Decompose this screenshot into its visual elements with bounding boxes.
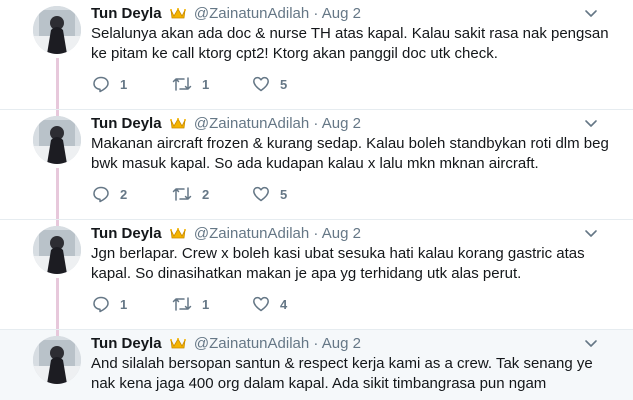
- like-count: 5: [280, 186, 288, 202]
- display-name[interactable]: Tun Deyla: [91, 115, 162, 132]
- tweet-date[interactable]: Aug 2: [322, 225, 361, 242]
- tweet-header: Tun Deyla @ZainatunAdilah · Aug 2: [91, 335, 361, 354]
- username-handle[interactable]: @ZainatunAdilah: [194, 5, 309, 22]
- crown-emoji-icon: [169, 226, 186, 244]
- thread-line: [56, 168, 59, 220]
- tweet-text: Selalunya akan ada doc & nurse TH atas k…: [91, 25, 609, 62]
- username-handle[interactable]: @ZainatunAdilah: [194, 335, 309, 352]
- display-name[interactable]: Tun Deyla: [91, 335, 162, 352]
- thread-line: [56, 278, 59, 330]
- tweet-date[interactable]: Aug 2: [322, 335, 361, 352]
- like-count: 5: [280, 76, 288, 92]
- reply-icon: [92, 75, 110, 93]
- tweet[interactable]: Tun Deyla @ZainatunAdilah · Aug 2 Makana…: [0, 110, 633, 220]
- retweet-icon: [172, 185, 192, 203]
- retweet-icon: [172, 75, 192, 93]
- retweet-count: 1: [202, 76, 210, 92]
- separator-dot: ·: [313, 335, 319, 352]
- tweet-text: Jgn berlapar. Crew x boleh kasi ubat ses…: [91, 245, 585, 282]
- tweet-text: And silalah bersopan santun & respect ke…: [91, 355, 593, 392]
- chevron-down-icon[interactable]: [584, 336, 598, 350]
- tweet-header: Tun Deyla @ZainatunAdilah · Aug 2: [91, 225, 361, 244]
- heart-icon: [252, 185, 270, 203]
- chevron-down-icon[interactable]: [584, 116, 598, 130]
- avatar[interactable]: [33, 226, 81, 274]
- tweet-header: Tun Deyla @ZainatunAdilah · Aug 2: [91, 115, 361, 134]
- username-handle[interactable]: @ZainatunAdilah: [194, 115, 309, 132]
- reply-count: 2: [120, 186, 128, 202]
- crown-emoji-icon: [169, 6, 186, 24]
- like-button[interactable]: 4: [252, 294, 287, 314]
- display-name[interactable]: Tun Deyla: [91, 225, 162, 242]
- reply-count: 1: [120, 296, 128, 312]
- avatar[interactable]: [33, 116, 81, 164]
- reply-button[interactable]: 2: [92, 184, 127, 204]
- heart-icon: [252, 75, 270, 93]
- retweet-icon: [172, 295, 192, 313]
- separator-dot: ·: [313, 225, 319, 242]
- tweet[interactable]: Tun Deyla @ZainatunAdilah · Aug 2 And si…: [0, 330, 633, 400]
- retweet-button[interactable]: 1: [172, 294, 209, 314]
- crown-emoji-icon: [169, 116, 186, 134]
- heart-icon: [252, 295, 270, 313]
- tweet-header: Tun Deyla @ZainatunAdilah · Aug 2: [91, 5, 361, 24]
- username-handle[interactable]: @ZainatunAdilah: [194, 225, 309, 242]
- tweet-text: Makanan aircraft frozen & kurang sedap. …: [91, 135, 609, 172]
- reply-button[interactable]: 1: [92, 294, 127, 314]
- like-count: 4: [280, 296, 288, 312]
- chevron-down-icon[interactable]: [584, 226, 598, 240]
- crown-emoji-icon: [169, 336, 186, 354]
- chevron-down-icon[interactable]: [584, 6, 598, 20]
- reply-button[interactable]: 1: [92, 74, 127, 94]
- thread-line: [56, 58, 59, 110]
- tweet[interactable]: Tun Deyla @ZainatunAdilah · Aug 2 Selalu…: [0, 0, 633, 110]
- avatar[interactable]: [33, 6, 81, 54]
- reply-icon: [92, 295, 110, 313]
- tweet-date[interactable]: Aug 2: [322, 115, 361, 132]
- tweet-date[interactable]: Aug 2: [322, 5, 361, 22]
- separator-dot: ·: [313, 115, 319, 132]
- separator-dot: ·: [313, 5, 319, 22]
- like-button[interactable]: 5: [252, 74, 287, 94]
- retweet-count: 1: [202, 296, 210, 312]
- reply-icon: [92, 185, 110, 203]
- retweet-button[interactable]: 2: [172, 184, 209, 204]
- like-button[interactable]: 5: [252, 184, 287, 204]
- tweet[interactable]: Tun Deyla @ZainatunAdilah · Aug 2 Jgn be…: [0, 220, 633, 330]
- retweet-count: 2: [202, 186, 210, 202]
- reply-count: 1: [120, 76, 128, 92]
- avatar[interactable]: [33, 336, 81, 384]
- retweet-button[interactable]: 1: [172, 74, 209, 94]
- display-name[interactable]: Tun Deyla: [91, 5, 162, 22]
